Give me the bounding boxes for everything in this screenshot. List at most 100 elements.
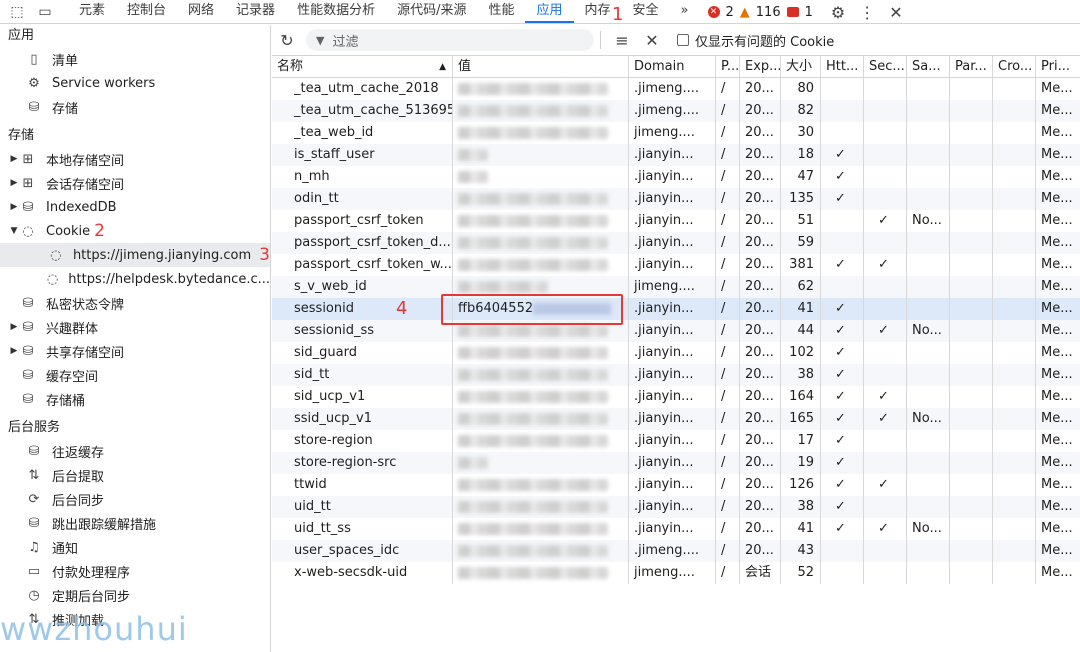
table-row[interactable]: passport_csrf_token_w... .jianyin.../20..…: [272, 254, 1080, 276]
error-count: 2: [725, 4, 734, 20]
tab-9[interactable]: 安全: [622, 1, 670, 23]
table-row[interactable]: uid_tt_ss .jianyin.../20... 41 ✓ ✓ No... Me...: [272, 518, 1080, 540]
column-header[interactable]: Sa...: [907, 56, 950, 77]
device-toolbar-icon[interactable]: ▭: [34, 1, 56, 23]
table-header: 名称 ▲ 值 Domain P... Exp... 大小 Htt... Sec... Sa... P…: [272, 56, 1080, 78]
table-row[interactable]: sid_tt .jianyin.../20... 38 ✓ Me...: [272, 364, 1080, 386]
table-row[interactable]: passport_csrf_token_d... .jianyin.../20..…: [272, 232, 1080, 254]
refresh-icon[interactable]: ↻: [272, 26, 302, 54]
table-cell: store-region: [272, 430, 453, 452]
table-row[interactable]: user_spaces_idc .jimeng..../20... 43 Me...: [272, 540, 1080, 562]
column-header[interactable]: Cro...: [993, 56, 1036, 77]
sidebar-item[interactable]: ▶ ⛁ IndexedDB: [0, 195, 270, 219]
grid-icon: ⊞: [22, 175, 34, 191]
table-row[interactable]: odin_tt .jianyin.../20... 135 ✓ Me...: [272, 188, 1080, 210]
table-row[interactable]: sessionid ffb6404552 .jianyin.../20... 41 ✓ M…: [272, 298, 1080, 320]
table-cell: [993, 166, 1036, 188]
table-row[interactable]: s_v_web_id jimeng..../20... 62 Me...: [272, 276, 1080, 298]
table-cell: sessionid: [272, 298, 453, 320]
tab-4[interactable]: 性能数据分析: [286, 1, 386, 23]
sidebar-item[interactable]: ⛁ 跳出跟踪缓解措施: [0, 511, 270, 535]
tab-6[interactable]: 性能: [477, 1, 525, 23]
table-cell: [453, 452, 629, 474]
expand-right-icon[interactable]: ▶: [8, 178, 20, 188]
annotation-box-sessionid: [441, 294, 623, 325]
table-row[interactable]: _tea_web_id jimeng..../20... 30 Me...: [272, 122, 1080, 144]
sidebar-item[interactable]: ⟳ 后台同步: [0, 487, 270, 511]
column-header[interactable]: Htt...: [821, 56, 864, 77]
only-issues-checkbox[interactable]: [677, 34, 689, 46]
table-row[interactable]: _tea_utm_cache_513695 .jimeng..../20... 82…: [272, 100, 1080, 122]
column-header[interactable]: Exp...: [740, 56, 781, 77]
inspect-element-icon[interactable]: ⬚: [6, 1, 28, 23]
table-cell: [453, 254, 629, 276]
table-row[interactable]: store-region-src .jianyin.../20... 19 ✓ Me..…: [272, 452, 1080, 474]
tab-0[interactable]: 元素: [68, 1, 116, 23]
delete-selected-icon[interactable]: ✕: [637, 26, 667, 54]
sidebar-item[interactable]: ⇅ 后台提取: [0, 463, 270, 487]
gear-icon[interactable]: ⚙: [831, 3, 845, 22]
sidebar-item-label: 共享存储空间: [46, 345, 125, 361]
more-tabs-icon[interactable]: »: [670, 1, 700, 23]
tab-7[interactable]: 应用: [525, 1, 574, 23]
expand-right-icon[interactable]: ▶: [8, 322, 20, 332]
table-cell: [993, 496, 1036, 518]
table-row[interactable]: sessionid_ss .jianyin.../20... 44 ✓ ✓ No... Me…: [272, 320, 1080, 342]
sidebar-item[interactable]: ▶ ⊞ 本地存储空间: [0, 147, 270, 171]
close-icon[interactable]: ✕: [889, 3, 902, 22]
sidebar-item[interactable]: ⛁ 存储桶: [0, 387, 270, 411]
sidebar-item[interactable]: ▭ 付款处理程序: [0, 559, 270, 583]
table-row[interactable]: sid_guard .jianyin.../20... 102 ✓ Me...: [272, 342, 1080, 364]
table-row[interactable]: passport_csrf_token .jianyin.../20... 51 ✓ N…: [272, 210, 1080, 232]
table-cell: [950, 232, 993, 254]
table-row[interactable]: uid_tt .jianyin.../20... 38 ✓ Me...: [272, 496, 1080, 518]
tab-3[interactable]: 记录器: [225, 1, 286, 23]
column-header[interactable]: Sec...: [864, 56, 907, 77]
expand-down-icon[interactable]: ▼: [8, 226, 20, 236]
table-row[interactable]: sid_ucp_v1 .jianyin.../20... 164 ✓ ✓ Me...: [272, 386, 1080, 408]
table-row[interactable]: _tea_utm_cache_2018 .jimeng..../20... 80 Me…: [272, 78, 1080, 100]
filter-input[interactable]: ▼ 过滤: [306, 29, 594, 51]
column-header[interactable]: 大小: [781, 56, 821, 77]
sidebar-item[interactable]: ◌ https://jimeng.jianying.com 3: [0, 243, 270, 267]
table-row[interactable]: n_mh .jianyin.../20... 47 ✓ Me...: [272, 166, 1080, 188]
table-cell: [907, 430, 950, 452]
sidebar-item[interactable]: ▶ ⛁ 共享存储空间: [0, 339, 270, 363]
more-vertical-icon[interactable]: ⋮: [859, 3, 875, 22]
table-cell: _tea_utm_cache_2018: [272, 78, 453, 100]
clear-filtered-icon[interactable]: ≡: [607, 26, 637, 54]
column-header[interactable]: Domain: [629, 56, 716, 77]
column-header[interactable]: 名称 ▲: [272, 56, 453, 77]
sidebar-item[interactable]: ♫ 通知: [0, 535, 270, 559]
sidebar-item[interactable]: ⚙ Service workers: [0, 71, 270, 95]
console-counts[interactable]: ✕ 2 ▲ 116 1: [707, 1, 813, 23]
column-header[interactable]: Par...: [950, 56, 993, 77]
sidebar-item[interactable]: ◌ https://helpdesk.bytedance.c...: [0, 267, 270, 291]
table-cell: 165: [781, 408, 821, 430]
table-cell: [821, 100, 864, 122]
table-row[interactable]: ssid_ucp_v1 .jianyin.../20... 165 ✓ ✓ No... Me…: [272, 408, 1080, 430]
sidebar-item[interactable]: ⛁ 往返缓存: [0, 439, 270, 463]
table-cell: ✓: [821, 408, 864, 430]
sidebar-item[interactable]: ▶ ⊞ 会话存储空间: [0, 171, 270, 195]
expand-right-icon[interactable]: ▶: [8, 154, 20, 164]
sidebar-item[interactable]: ▯ 清单: [0, 47, 270, 71]
table-row[interactable]: store-region .jianyin.../20... 17 ✓ Me...: [272, 430, 1080, 452]
sidebar-item[interactable]: ▶ ⛁ 兴趣群体: [0, 315, 270, 339]
table-row[interactable]: is_staff_user .jianyin.../20... 18 ✓ Me...: [272, 144, 1080, 166]
sidebar-item[interactable]: ▼ ◌ Cookie 2: [0, 219, 270, 243]
tab-2[interactable]: 网络: [177, 1, 225, 23]
sidebar-item[interactable]: ◷ 定期后台同步: [0, 583, 270, 607]
tab-5[interactable]: 源代码/来源: [386, 1, 477, 23]
sidebar-item[interactable]: ⛁ 缓存空间: [0, 363, 270, 387]
sidebar-item[interactable]: ⛁ 私密状态令牌: [0, 291, 270, 315]
column-header[interactable]: P...: [716, 56, 740, 77]
expand-right-icon[interactable]: ▶: [8, 202, 20, 212]
tab-1[interactable]: 控制台: [116, 1, 177, 23]
column-header[interactable]: Pri...: [1036, 56, 1080, 77]
table-row[interactable]: ttwid .jianyin.../20... 126 ✓ ✓ Me...: [272, 474, 1080, 496]
table-row[interactable]: x-web-secsdk-uid jimeng.... / 会话 52 Me...: [272, 562, 1080, 584]
sidebar-item[interactable]: ⛁ 存储: [0, 95, 270, 119]
expand-right-icon[interactable]: ▶: [8, 346, 20, 356]
column-header[interactable]: 值: [453, 56, 629, 77]
